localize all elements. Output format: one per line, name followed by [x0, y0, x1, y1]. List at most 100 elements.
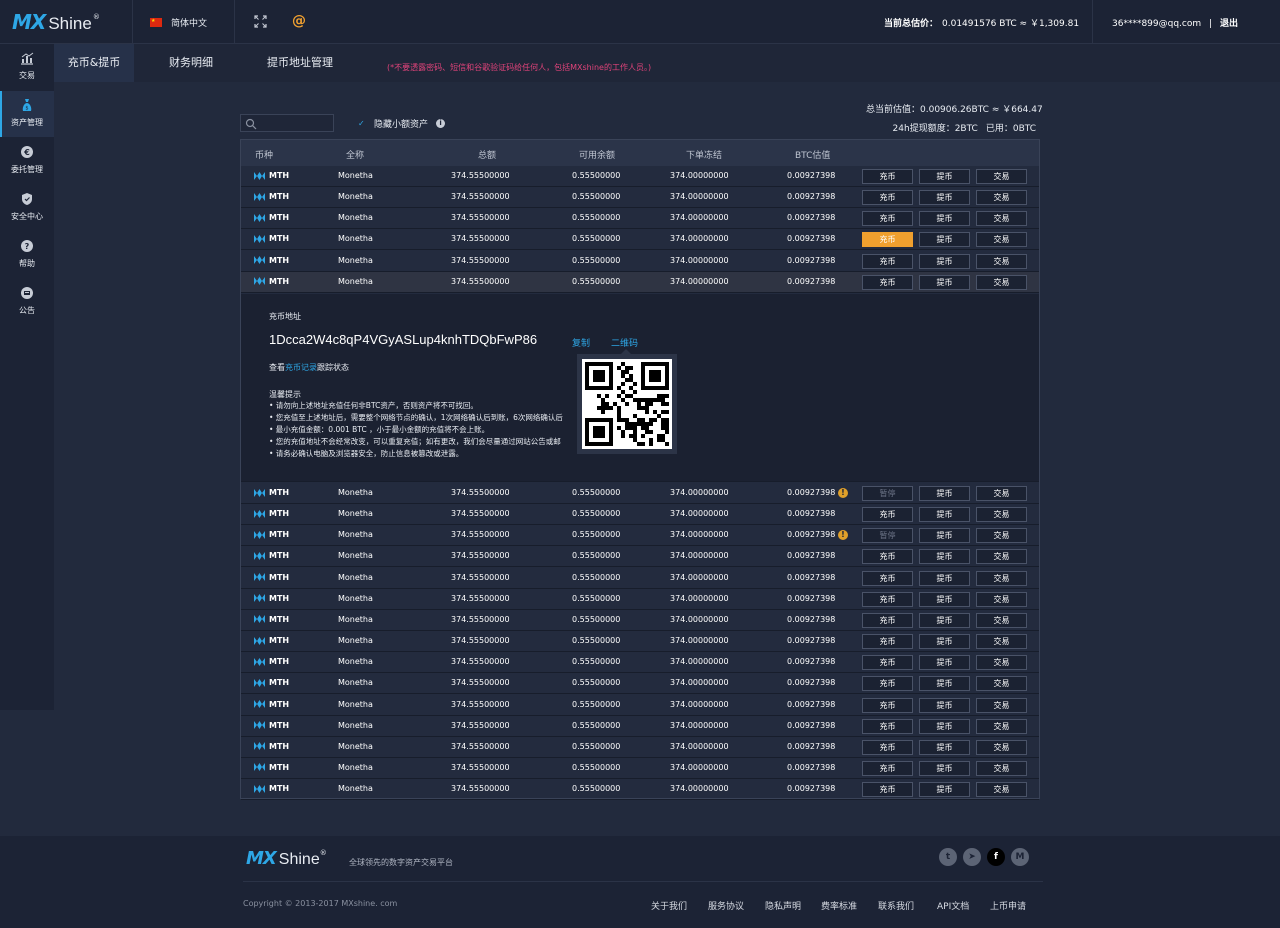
hide-small-assets[interactable]: ✓ 隐藏小额资产 i	[358, 117, 446, 130]
fullscreen-icon[interactable]	[254, 15, 267, 28]
withdraw-button[interactable]: 提币	[919, 591, 970, 607]
footer-link-about[interactable]: 关于我们	[651, 899, 687, 912]
trade-button[interactable]: 交易	[976, 211, 1027, 227]
withdraw-button[interactable]: 提币	[919, 486, 970, 501]
deposit-button[interactable]: 充币	[862, 591, 913, 607]
trade-button[interactable]: 交易	[976, 676, 1027, 692]
withdraw-button[interactable]: 提币	[919, 739, 970, 755]
withdraw-button[interactable]: 提币	[919, 190, 970, 206]
withdraw-button[interactable]: 提币	[919, 274, 970, 290]
monetha-icon[interactable]: M	[1011, 848, 1029, 866]
withdraw-button[interactable]: 提币	[919, 782, 970, 798]
footer-link-api[interactable]: API文档	[937, 899, 969, 912]
withdraw-button[interactable]: 提币	[919, 211, 970, 227]
trade-button[interactable]: 交易	[976, 612, 1027, 628]
withdraw-button[interactable]: 提币	[919, 232, 970, 248]
sidebar-item-orders[interactable]: € 委托管理	[0, 138, 54, 184]
trade-button[interactable]: 交易	[976, 549, 1027, 565]
footer-link-privacy[interactable]: 隐私声明	[765, 899, 801, 912]
deposit-button[interactable]: 充币	[862, 253, 913, 269]
footer-logo[interactable]: MX Shine ®	[246, 848, 327, 869]
footer-link-contact[interactable]: 联系我们	[878, 899, 914, 912]
deposit-button[interactable]: 暂停	[862, 486, 913, 501]
sidebar-item-assets[interactable]: $ 资产管理	[0, 91, 54, 137]
deposit-button[interactable]: 充币	[862, 169, 913, 184]
trade-button[interactable]: 交易	[976, 169, 1027, 184]
withdraw-button[interactable]: 提币	[919, 634, 970, 650]
withdraw-button[interactable]: 提币	[919, 253, 970, 269]
trade-button[interactable]: 交易	[976, 634, 1027, 650]
deposit-record-link[interactable]: 充币记录	[285, 363, 317, 372]
at-icon[interactable]: @	[292, 13, 306, 29]
withdraw-button[interactable]: 提币	[919, 549, 970, 565]
tab-address-management[interactable]: 提币地址管理	[254, 44, 346, 82]
withdraw-button[interactable]: 提币	[919, 676, 970, 692]
sidebar-item-security[interactable]: 安全中心	[0, 185, 54, 231]
deposit-button[interactable]: 充币	[862, 676, 913, 692]
deposit-button[interactable]: 充币	[862, 739, 913, 755]
footer-link-terms[interactable]: 服务协议	[708, 899, 744, 912]
language-selector[interactable]: 简体中文	[150, 16, 207, 29]
withdraw-button[interactable]: 提币	[919, 570, 970, 586]
trade-button[interactable]: 交易	[976, 528, 1027, 544]
user-email[interactable]: 36****899@qq.com	[1112, 19, 1201, 29]
withdraw-button[interactable]: 提币	[919, 507, 970, 523]
deposit-button[interactable]: 充币	[862, 697, 913, 713]
trade-button[interactable]: 交易	[976, 486, 1027, 501]
search-input[interactable]	[240, 114, 334, 132]
trade-button[interactable]: 交易	[976, 760, 1027, 776]
tab-deposit-withdraw[interactable]: 充币&提币	[54, 44, 134, 82]
sidebar-item-help[interactable]: ? 帮助	[0, 232, 54, 278]
warning-icon[interactable]: !	[838, 530, 848, 541]
deposit-button[interactable]: 充币	[862, 507, 913, 523]
deposit-button[interactable]: 充币	[862, 190, 913, 206]
trade-button[interactable]: 交易	[976, 655, 1027, 671]
trade-button[interactable]: 交易	[976, 570, 1027, 586]
trade-button[interactable]: 交易	[976, 507, 1027, 523]
logout-link[interactable]: 退出	[1220, 19, 1238, 29]
trade-button[interactable]: 交易	[976, 274, 1027, 290]
withdraw-button[interactable]: 提币	[919, 169, 970, 184]
telegram-icon[interactable]: ➤	[963, 848, 981, 866]
deposit-button[interactable]: 充币	[862, 718, 913, 734]
trade-button[interactable]: 交易	[976, 739, 1027, 755]
twitter-icon[interactable]: t	[939, 848, 957, 866]
withdraw-button[interactable]: 提币	[919, 718, 970, 734]
trade-button[interactable]: 交易	[976, 718, 1027, 734]
qr-code-button[interactable]: 二维码	[611, 336, 638, 349]
withdraw-button[interactable]: 提币	[919, 528, 970, 544]
info-icon[interactable]: i	[436, 119, 446, 128]
deposit-button[interactable]: 充币	[862, 570, 913, 586]
deposit-button[interactable]: 充币	[862, 782, 913, 798]
deposit-button[interactable]: 充币	[862, 760, 913, 776]
trade-button[interactable]: 交易	[976, 232, 1027, 248]
copy-button[interactable]: 复制	[572, 336, 590, 349]
deposit-button[interactable]: 充币	[862, 655, 913, 671]
trade-button[interactable]: 交易	[976, 253, 1027, 269]
deposit-button[interactable]: 充币	[862, 274, 913, 290]
deposit-button[interactable]: 暂停	[862, 528, 913, 544]
trade-button[interactable]: 交易	[976, 591, 1027, 607]
deposit-button[interactable]: 充币	[862, 211, 913, 227]
tab-financial-details[interactable]: 财务明细	[154, 44, 228, 82]
withdraw-button[interactable]: 提币	[919, 612, 970, 628]
withdraw-button[interactable]: 提币	[919, 697, 970, 713]
frozen-amount: 374.00000000	[670, 678, 729, 688]
deposit-button[interactable]: 充币	[862, 549, 913, 565]
sidebar-item-announcement[interactable]: 公告	[0, 279, 54, 325]
deposit-button[interactable]: 充币	[862, 634, 913, 650]
trade-button[interactable]: 交易	[976, 697, 1027, 713]
footer-link-fees[interactable]: 费率标准	[821, 899, 857, 912]
deposit-button[interactable]: 充币	[862, 612, 913, 628]
trade-button[interactable]: 交易	[976, 190, 1027, 206]
sidebar-item-trade[interactable]: 交易	[0, 44, 54, 90]
hide-small-checkbox[interactable]: ✓	[358, 119, 366, 128]
deposit-button[interactable]: 充币	[862, 232, 913, 248]
facebook-icon[interactable]: f	[987, 848, 1005, 866]
footer-link-listing[interactable]: 上币申请	[990, 899, 1026, 912]
warning-icon[interactable]: !	[838, 488, 848, 498]
logo[interactable]: MX Shine ®	[12, 10, 100, 34]
trade-button[interactable]: 交易	[976, 782, 1027, 798]
withdraw-button[interactable]: 提币	[919, 760, 970, 776]
withdraw-button[interactable]: 提币	[919, 655, 970, 671]
